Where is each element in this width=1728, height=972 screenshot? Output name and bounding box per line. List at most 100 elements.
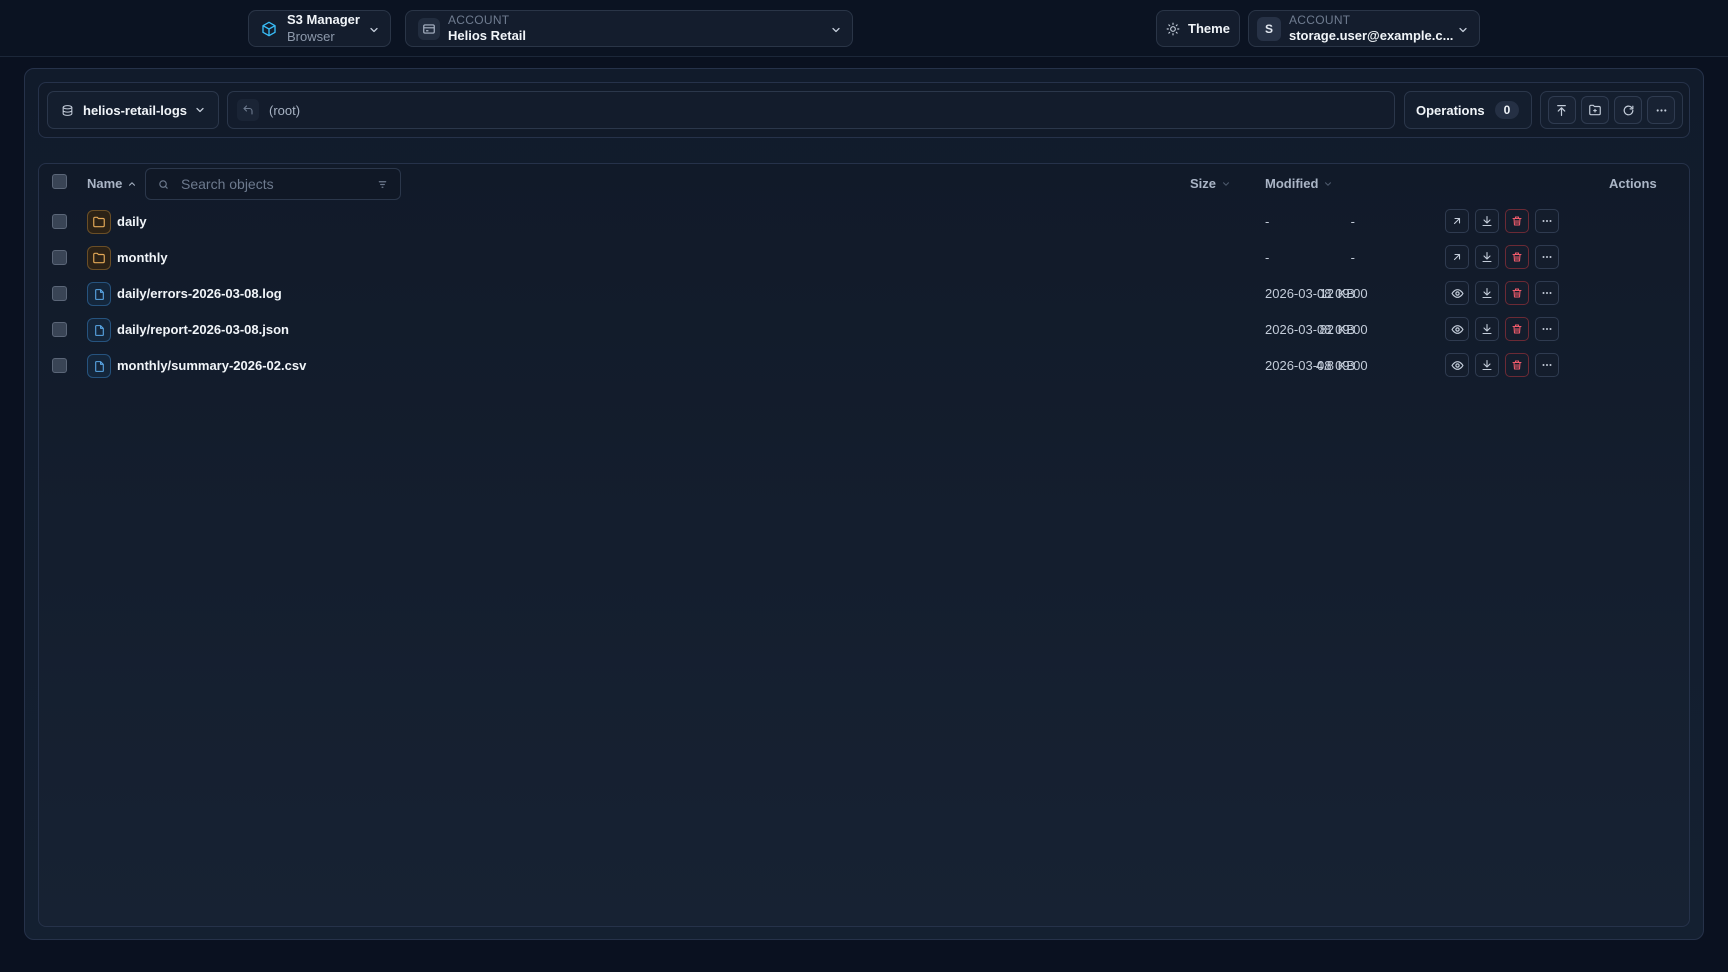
row-actions [1445,317,1559,341]
preview-button[interactable] [1445,281,1469,305]
table-row[interactable]: daily/report-2026-03-08.json 82 KB 2026-… [39,312,1689,348]
row-name[interactable]: monthly [117,250,168,265]
search-input[interactable] [181,176,361,192]
open-button[interactable] [1445,209,1469,233]
account-caption: ACCOUNT [448,12,510,27]
row-actions [1445,353,1559,377]
more-actions-button[interactable] [1647,96,1676,124]
preview-button[interactable] [1445,317,1469,341]
table-row[interactable]: daily/errors-2026-03-08.log 12 KB 2026-0… [39,276,1689,312]
cube-icon [261,21,277,37]
toolbar: helios-retail-logs (root) Operations 0 [38,82,1690,138]
row-size: - [1350,250,1355,265]
sort-icon [1221,179,1231,189]
table-row[interactable]: monthly - - [39,240,1689,276]
app-switcher[interactable]: S3 Manager Browser [248,10,391,47]
sun-icon [1166,22,1180,36]
table-row[interactable]: daily - - [39,204,1689,240]
open-button[interactable] [1445,245,1469,269]
row-actions [1445,209,1559,233]
eye-icon [1450,287,1464,300]
row-name[interactable]: monthly/summary-2026-02.csv [117,358,306,373]
more-icon [1541,359,1553,371]
search-field [145,168,401,200]
more-icon [1541,287,1553,299]
refresh-icon [1622,104,1635,117]
row-size: - [1350,214,1355,229]
row-checkbox[interactable] [52,214,67,229]
eye-icon [1450,359,1464,372]
upload-icon [1555,104,1568,117]
download-button[interactable] [1475,353,1499,377]
trash-icon [1511,251,1523,263]
user-caption: ACCOUNT [1289,12,1351,27]
column-size-label: Size [1190,176,1217,191]
column-header-name[interactable]: Name [87,176,137,191]
more-icon [1655,104,1668,117]
download-icon [1481,287,1493,299]
row-more-button[interactable] [1535,317,1559,341]
row-modified: - [1265,214,1270,229]
trash-icon [1511,215,1523,227]
download-button[interactable] [1475,281,1499,305]
account-switcher[interactable]: ACCOUNT Helios Retail [405,10,853,47]
column-header-modified[interactable]: Modified [1265,176,1333,191]
column-header-actions: Actions [1609,176,1657,191]
row-modified: 2026-03-08 09:00 [1265,286,1368,301]
folder-icon [87,246,111,270]
select-all-checkbox[interactable] [52,174,67,189]
delete-button[interactable] [1505,245,1529,269]
chevron-down-icon [368,24,380,36]
download-icon [1481,359,1493,371]
open-arrow-icon [1451,251,1463,263]
row-name[interactable]: daily/errors-2026-03-08.log [117,286,282,301]
open-arrow-icon [1451,215,1463,227]
delete-button[interactable] [1505,281,1529,305]
download-button[interactable] [1475,209,1499,233]
parent-folder-button[interactable] [237,99,259,121]
row-checkbox[interactable] [52,250,67,265]
new-folder-button[interactable] [1580,96,1609,124]
download-button[interactable] [1475,245,1499,269]
avatar: S [1257,16,1281,41]
bucket-selector[interactable]: helios-retail-logs [47,91,219,129]
chevron-down-icon [1457,24,1469,36]
delete-button[interactable] [1505,353,1529,377]
user-account-switcher[interactable]: S ACCOUNT storage.user@example.c... [1248,10,1480,47]
delete-button[interactable] [1505,317,1529,341]
row-more-button[interactable] [1535,281,1559,305]
operations-label: Operations [1416,102,1485,118]
current-path: (root) [269,102,301,118]
delete-button[interactable] [1505,209,1529,233]
trash-icon [1511,359,1523,371]
operations-button[interactable]: Operations 0 [1404,91,1532,129]
preview-button[interactable] [1445,353,1469,377]
download-icon [1481,251,1493,263]
row-more-button[interactable] [1535,353,1559,377]
folder-icon [87,210,111,234]
upload-button[interactable] [1547,96,1576,124]
row-modified: - [1265,250,1270,265]
theme-label: Theme [1188,21,1230,36]
row-more-button[interactable] [1535,209,1559,233]
user-email: storage.user@example.c... [1289,27,1454,43]
row-checkbox[interactable] [52,322,67,337]
download-button[interactable] [1475,317,1499,341]
new-folder-icon [1588,103,1602,117]
row-checkbox[interactable] [52,286,67,301]
row-name[interactable]: daily/report-2026-03-08.json [117,322,289,337]
trash-icon [1511,287,1523,299]
theme-button[interactable]: Theme [1156,10,1240,47]
row-checkbox[interactable] [52,358,67,373]
row-name[interactable]: daily [117,214,147,229]
table-row[interactable]: monthly/summary-2026-02.csv 4.8 KB 2026-… [39,348,1689,384]
row-more-button[interactable] [1535,245,1559,269]
account-name: Helios Retail [448,27,527,43]
file-icon [87,282,111,306]
filter-icon[interactable] [377,179,388,190]
column-header-size[interactable]: Size [1190,176,1231,191]
refresh-button[interactable] [1614,96,1643,124]
breadcrumb: (root) [227,91,1395,129]
trash-icon [1511,323,1523,335]
search-icon [158,179,169,190]
